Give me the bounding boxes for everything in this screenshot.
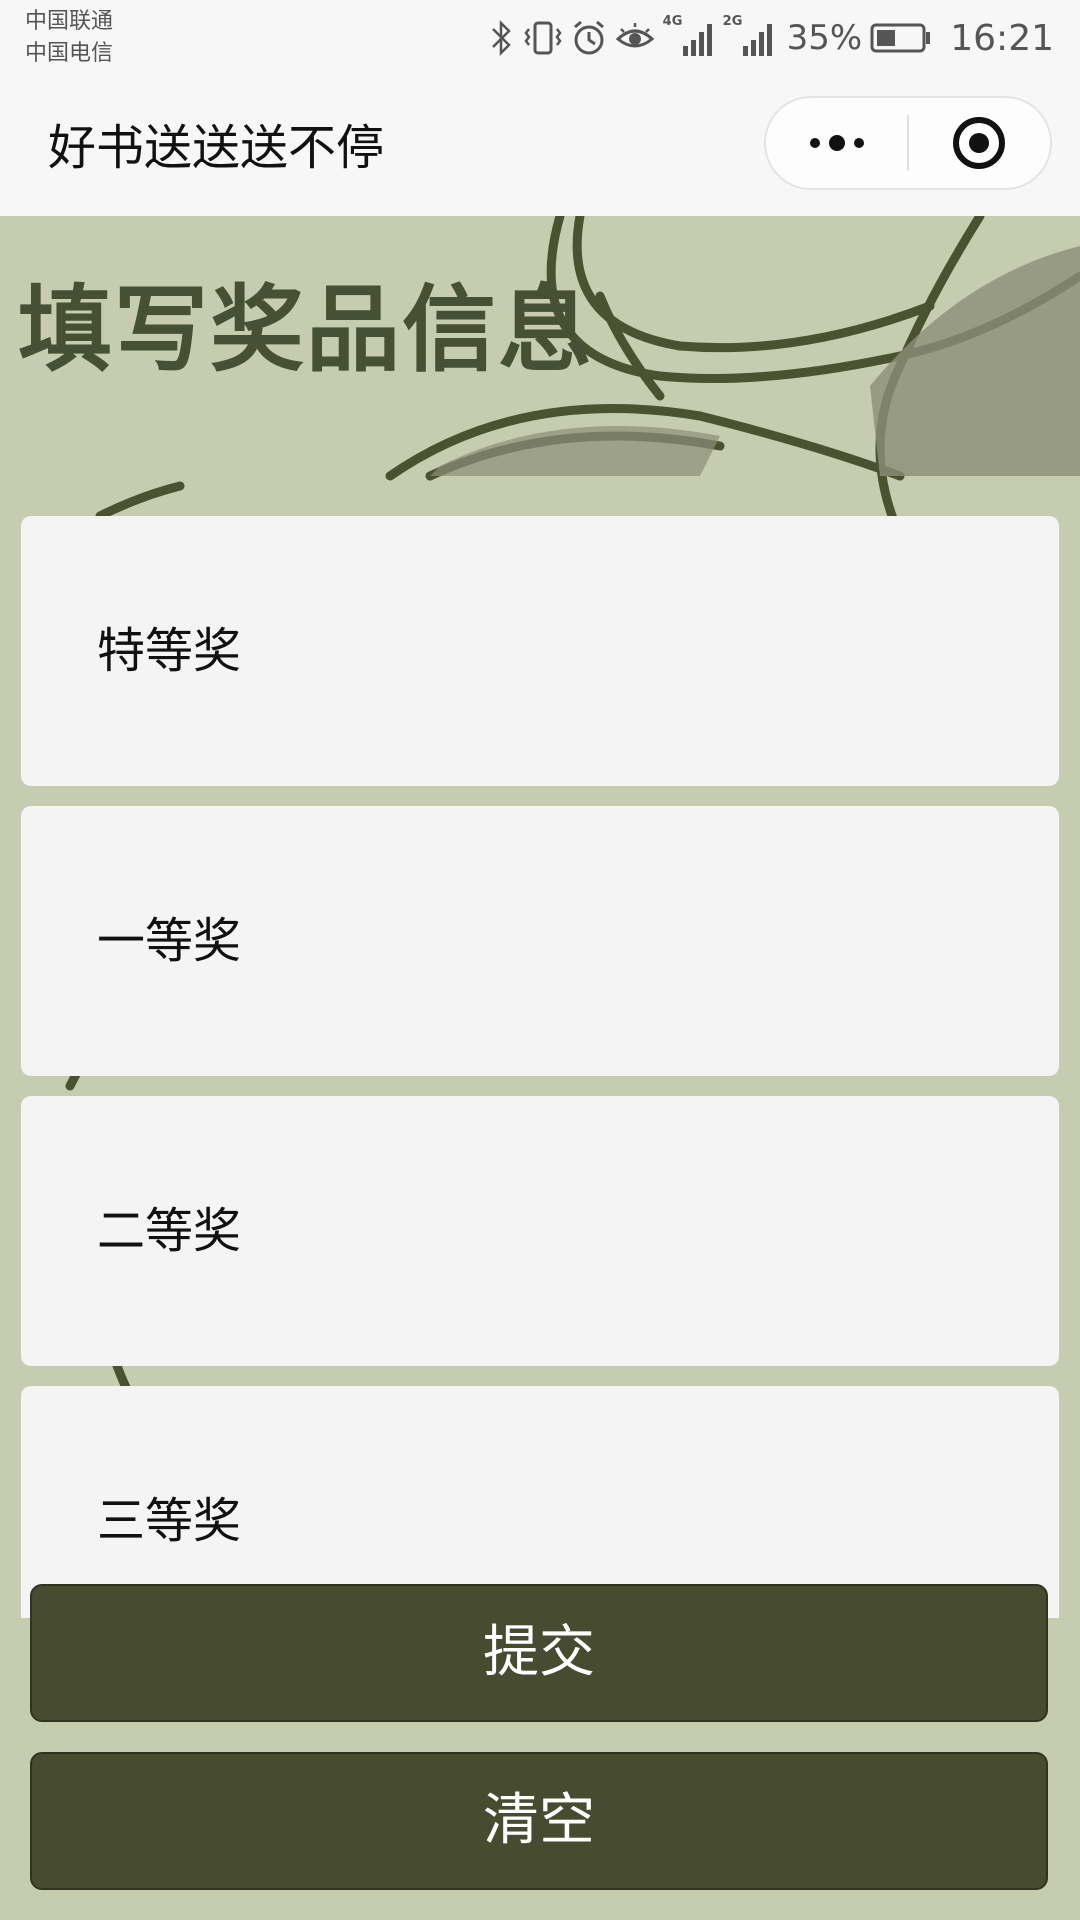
- submit-button[interactable]: 提交: [30, 1584, 1048, 1722]
- signal-2g: 2G: [723, 14, 775, 58]
- mini-program-capsule: [764, 96, 1052, 190]
- prize-label: 三等奖: [97, 1493, 242, 1549]
- clock: 16:21: [950, 17, 1054, 59]
- main-content: 填写奖品信息 特等奖 一等奖 二等奖 三等奖 提交 清空: [0, 216, 1080, 1920]
- signal-icon: [682, 24, 712, 56]
- page-title: 填写奖品信息: [18, 276, 595, 385]
- status-bar: 中国联通 中国电信 4G 2G 35% 16:21: [0, 0, 1080, 76]
- carrier-2: 中国电信: [25, 41, 114, 66]
- battery-percent: 35%: [786, 18, 863, 58]
- prize-input-second[interactable]: 二等奖: [21, 1096, 1059, 1366]
- prize-list: 特等奖 一等奖 二等奖 三等奖: [21, 516, 1059, 1638]
- signal-icon-2: [742, 24, 772, 56]
- carrier-info: 中国联通 中国电信: [25, 6, 113, 70]
- battery-icon: [870, 23, 931, 53]
- carrier-1: 中国联通: [25, 9, 114, 34]
- prize-input-first[interactable]: 一等奖: [21, 806, 1059, 1076]
- nav-title: 好书送送送不停: [48, 120, 385, 176]
- vibrate-icon: [524, 21, 562, 55]
- clear-button[interactable]: 清空: [30, 1752, 1048, 1890]
- prize-label: 二等奖: [97, 1203, 242, 1259]
- eye-comfort-icon: [615, 23, 654, 48]
- status-icons: 4G 2G 35% 16:21: [489, 14, 1054, 62]
- nav-bar: 好书送送送不停: [0, 76, 1080, 216]
- prize-label: 一等奖: [97, 913, 242, 969]
- signal-4g: 4G: [663, 14, 715, 58]
- more-dots-icon[interactable]: [766, 98, 907, 188]
- prize-label: 特等奖: [97, 623, 242, 679]
- bluetooth-icon: [491, 19, 511, 57]
- prize-input-special[interactable]: 特等奖: [21, 516, 1059, 786]
- target-close-icon[interactable]: [909, 98, 1050, 188]
- alarm-icon: [573, 20, 604, 55]
